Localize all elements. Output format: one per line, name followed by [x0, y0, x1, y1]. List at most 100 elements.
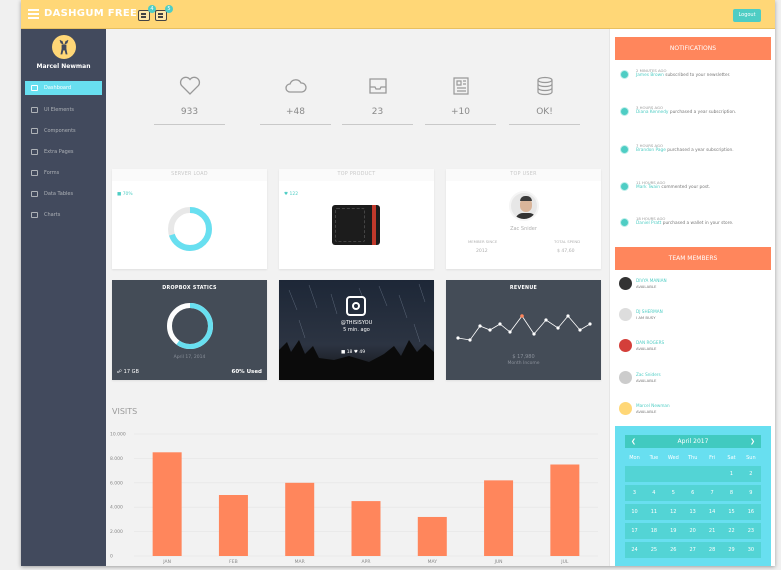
- calendar-day[interactable]: 16: [741, 504, 760, 520]
- avatar: [619, 402, 632, 415]
- heart-icon: [179, 76, 200, 95]
- calendar-day[interactable]: 19: [664, 523, 683, 539]
- notification-user-link[interactable]: Daniel Pratt: [636, 221, 661, 226]
- instagram-icon[interactable]: [346, 296, 366, 316]
- tasks-icon[interactable]: 4: [138, 5, 156, 21]
- calendar-day[interactable]: 25: [644, 542, 663, 558]
- member-status: AVAILABLE: [636, 284, 657, 289]
- weekday-label: Tue: [649, 455, 659, 461]
- calendar-day[interactable]: 7: [703, 485, 722, 501]
- notification-user-link[interactable]: Brandon Page: [636, 148, 666, 153]
- calendar-day[interactable]: 6: [683, 485, 702, 501]
- calendar-day[interactable]: 11: [644, 504, 663, 520]
- notification-icon: [620, 107, 629, 116]
- team-members-title: TEAM MEMBERS: [615, 247, 771, 270]
- calendar-day[interactable]: 13: [683, 504, 702, 520]
- sidebar-item-forms[interactable]: Forms: [25, 166, 102, 180]
- calendar-day[interactable]: 18: [644, 523, 663, 539]
- member-name[interactable]: DIVYA MANIAN: [636, 278, 667, 283]
- calendar-day[interactable]: 28: [703, 542, 722, 558]
- chevron-left-icon[interactable]: ❮: [631, 435, 636, 448]
- panel-title: REVENUE: [509, 286, 538, 291]
- avatar[interactable]: [52, 35, 76, 59]
- team-member[interactable]: DJ SHERMAN I AM BUSY: [618, 306, 768, 328]
- sidebar-item-ui-elements[interactable]: UI Elements: [25, 103, 102, 117]
- messages-icon[interactable]: 5: [155, 5, 173, 21]
- calendar-day[interactable]: 22: [722, 523, 741, 539]
- calendar-day[interactable]: 1: [722, 466, 741, 482]
- visits-bar-chart: 0 2.000 4.000 6.000 8.000 10.000 JAN FEB MAR APR M…: [110, 432, 598, 565]
- calendar-day[interactable]: 23: [741, 523, 760, 539]
- notification-user-link[interactable]: Diana Kennedy: [636, 110, 668, 115]
- notification-item[interactable]: 7 HOURS AGO Brandon Page purchased a yea…: [618, 143, 768, 175]
- member-name[interactable]: DAN ROGERS: [636, 340, 664, 345]
- notification-message: purchased a wallet in your store.: [662, 221, 734, 226]
- logout-button[interactable]: Logout: [733, 9, 761, 22]
- calendar-day[interactable]: 5: [664, 485, 683, 501]
- calendar-day[interactable]: 20: [683, 523, 702, 539]
- member-name[interactable]: Zac Sniders: [636, 372, 661, 377]
- calendar-day[interactable]: 27: [683, 542, 702, 558]
- calendar-day[interactable]: 17: [625, 523, 644, 539]
- notification-user-link[interactable]: James Brown: [636, 73, 664, 78]
- panel-title: DROPBOX STATICS: [162, 286, 217, 291]
- notification-item[interactable]: 2 MINUTES AGO James Brown subscribed to …: [618, 68, 768, 100]
- app-logo[interactable]: DASHGUM FREE: [44, 8, 137, 19]
- sidebar-item-charts[interactable]: Charts: [25, 208, 102, 222]
- calendar-day[interactable]: 14: [703, 504, 722, 520]
- calendar-day[interactable]: 3: [625, 485, 644, 501]
- instagram-panel: @THISISYOU 5 min. ago ■ 18 ♥ 49: [279, 280, 434, 380]
- calendar-day[interactable]: 24: [625, 542, 644, 558]
- comments-count: 18: [346, 350, 353, 355]
- team-member[interactable]: Zac Sniders AVAILABLE: [618, 369, 768, 391]
- panel-title: SERVER LOAD: [112, 169, 267, 181]
- calendar-day[interactable]: 9: [741, 485, 760, 501]
- menu-toggle-icon[interactable]: [28, 9, 39, 19]
- y-tick-label: 6.000: [110, 480, 123, 486]
- member-name[interactable]: Marcel Newman: [636, 403, 670, 408]
- notification-user-link[interactable]: Mark Twain: [636, 185, 660, 190]
- notification-text: Daniel Pratt purchased a wallet in your …: [636, 221, 746, 227]
- sidebar-item-label: Forms: [44, 170, 60, 176]
- panel-title: TOP PRODUCT: [279, 169, 434, 181]
- instagram-handle[interactable]: @THISISYOU: [279, 320, 434, 326]
- weekday-label: Sun: [746, 455, 756, 461]
- stat-cloud: +48: [260, 76, 331, 125]
- cogs-icon: [31, 128, 38, 134]
- sidebar-item-extra-pages[interactable]: Extra Pages: [25, 145, 102, 159]
- calendar-day[interactable]: 29: [722, 542, 741, 558]
- notification-item[interactable]: 18 HOURS AGO Daniel Pratt purchased a wa…: [618, 216, 768, 248]
- calendar-day[interactable]: 2: [741, 466, 760, 482]
- calendar-day[interactable]: 12: [664, 504, 683, 520]
- y-tick-label: 0: [110, 554, 113, 560]
- sidebar-item-components[interactable]: Components: [25, 124, 102, 138]
- x-tick-label: JUN: [494, 559, 503, 565]
- notification-item[interactable]: 3 HOURS AGO Diana Kennedy purchased a ye…: [618, 105, 768, 137]
- team-member[interactable]: DAN ROGERS AVAILABLE: [618, 337, 768, 359]
- dropbox-used: 60% Used: [231, 369, 263, 375]
- sidebar-item-data-tables[interactable]: Data Tables: [25, 187, 102, 201]
- calendar-day[interactable]: 4: [644, 485, 663, 501]
- stat-value: 933: [154, 107, 225, 125]
- notification-message: subscribed to your newsletter.: [665, 73, 731, 78]
- x-tick-label: MAY: [428, 559, 438, 565]
- member-status: I AM BUSY: [636, 315, 656, 320]
- sidebar-item-dashboard[interactable]: Dashboard: [25, 81, 102, 95]
- calendar-day[interactable]: 8: [722, 485, 741, 501]
- main-content: 933 +48 23 +10 OK! SERVER LOAD ■ 70% TOP…: [106, 29, 609, 566]
- notification-item[interactable]: 11 HOURS AGO Mark Twain commented your p…: [618, 180, 768, 212]
- panel-title: TOP USER: [446, 169, 601, 181]
- stat-database: OK!: [509, 76, 580, 125]
- member-name[interactable]: DJ SHERMAN: [636, 309, 663, 314]
- calendar-day[interactable]: 10: [625, 504, 644, 520]
- chevron-right-icon[interactable]: ❯: [750, 435, 755, 448]
- calendar-day[interactable]: 26: [664, 542, 683, 558]
- dropbox-donut: [167, 303, 213, 349]
- calendar-day[interactable]: 21: [703, 523, 722, 539]
- team-member[interactable]: DIVYA MANIAN AVAILABLE: [618, 275, 768, 297]
- team-member[interactable]: Marcel Newman AVAILABLE: [618, 400, 768, 422]
- calendar-day[interactable]: 15: [722, 504, 741, 520]
- weekday-label: Wed: [667, 455, 679, 461]
- calendar-day[interactable]: 30: [741, 542, 760, 558]
- notification-text: Diana Kennedy purchased a year subscript…: [636, 110, 746, 116]
